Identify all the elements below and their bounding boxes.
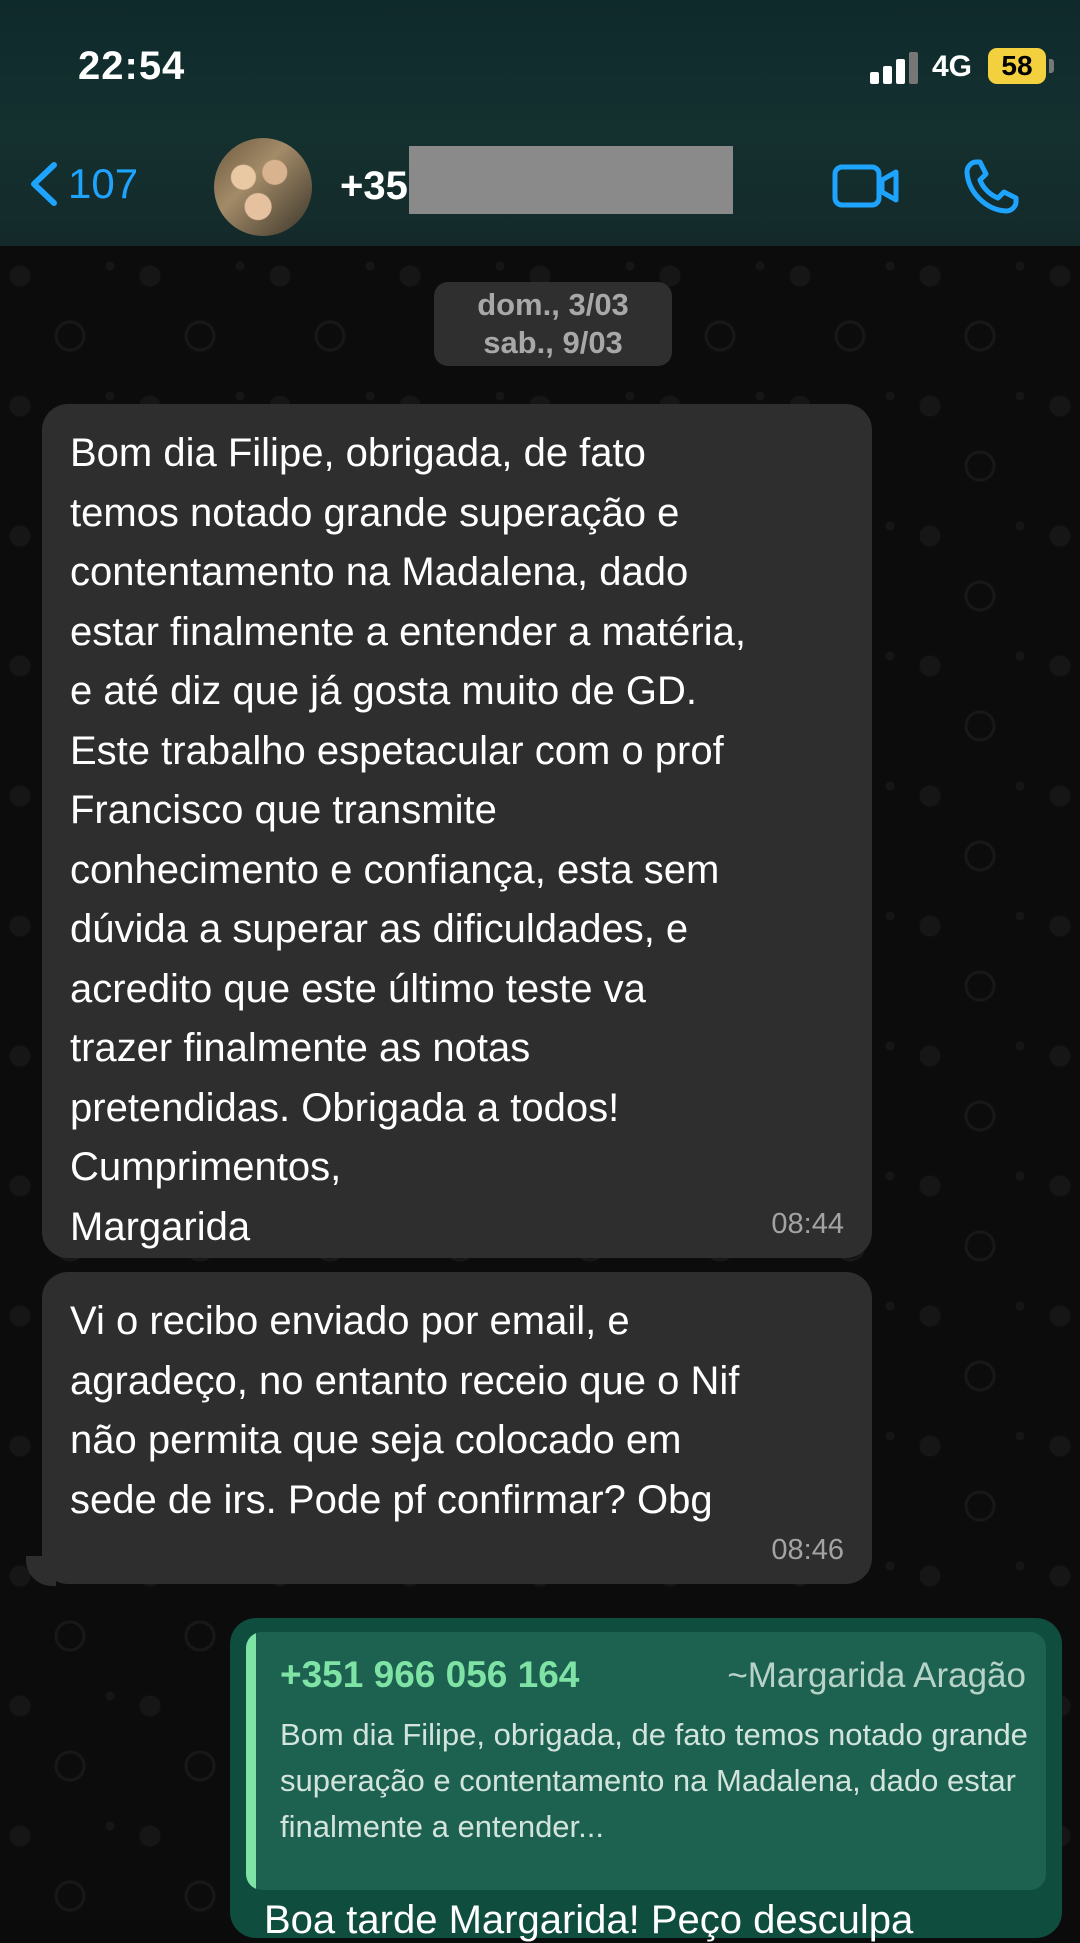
chevron-left-icon xyxy=(31,162,57,206)
video-call-icon[interactable] xyxy=(832,164,900,208)
date-divider: dom., 3/03 sab., 9/03 xyxy=(434,282,672,366)
phone-call-icon[interactable] xyxy=(962,158,1020,216)
message-text: Bom dia Filipe, obrigada, de fato temos … xyxy=(70,431,746,1249)
message-time: 08:44 xyxy=(771,1208,844,1240)
quote-accent-bar xyxy=(246,1632,256,1890)
contact-name[interactable]: +35 xyxy=(340,164,408,209)
quote-phone: +351 966 056 164 xyxy=(280,1654,580,1695)
chat-header: 22:54 4G 58 107 +35 xyxy=(0,0,1080,246)
back-button[interactable]: 107 xyxy=(28,160,138,208)
network-type: 4G xyxy=(932,50,973,83)
incoming-message[interactable]: Vi o recibo enviado por email, e agradeç… xyxy=(42,1272,872,1584)
date-line-2: sab., 9/03 xyxy=(483,325,623,360)
message-text: Boa tarde Margarida! Peço desculpa xyxy=(264,1898,914,1942)
battery-tip xyxy=(1049,59,1054,73)
outgoing-message[interactable]: +351 966 056 164 ~Margarida Aragão Bom d… xyxy=(230,1618,1062,1942)
incoming-message[interactable]: Bom dia Filipe, obrigada, de fato temos … xyxy=(42,404,872,1258)
quote-text: Bom dia Filipe, obrigada, de fato temos … xyxy=(280,1717,1028,1844)
battery-icon: 58 xyxy=(988,48,1046,84)
redaction-box xyxy=(409,146,733,214)
message-time: 08:46 xyxy=(771,1534,844,1566)
quoted-message[interactable]: +351 966 056 164 ~Margarida Aragão Bom d… xyxy=(246,1632,1046,1890)
avatar[interactable] xyxy=(214,138,312,236)
signal-icon xyxy=(870,50,926,84)
unread-count: 107 xyxy=(68,160,139,207)
battery-level: 58 xyxy=(1001,50,1033,81)
message-text: Vi o recibo enviado por email, e agradeç… xyxy=(70,1299,740,1522)
status-time: 22:54 xyxy=(78,44,186,88)
quote-author: ~Margarida Aragão xyxy=(727,1656,1026,1695)
date-line-1: dom., 3/03 xyxy=(477,287,629,322)
